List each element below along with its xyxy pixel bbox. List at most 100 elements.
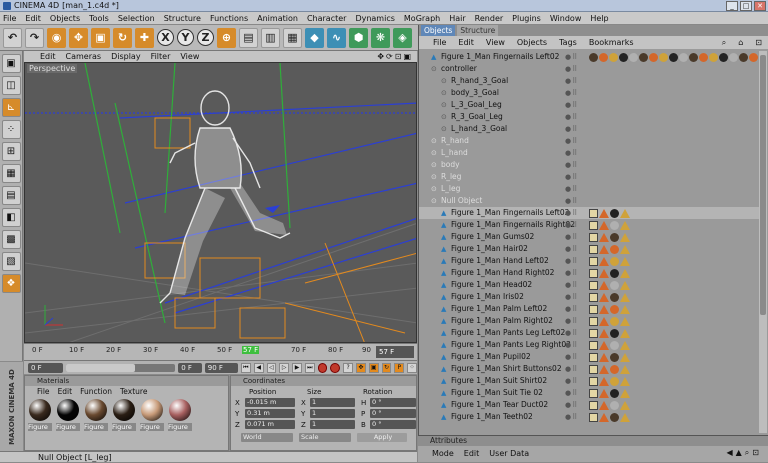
visibility-dots[interactable]: ●⠿ bbox=[565, 195, 578, 207]
material-swatch[interactable]: Figure bbox=[112, 399, 136, 433]
object-tags[interactable] bbox=[589, 377, 630, 386]
start-frame-field[interactable]: 0 F bbox=[28, 363, 63, 373]
visibility-dots[interactable]: ●⠿ bbox=[565, 267, 578, 279]
apply-button[interactable]: Apply bbox=[357, 433, 407, 442]
material-tag-icon[interactable] bbox=[629, 53, 638, 62]
menu-structure[interactable]: Structure bbox=[164, 14, 201, 23]
uvw-tag-icon[interactable] bbox=[589, 389, 598, 398]
phong-tag-icon[interactable] bbox=[599, 293, 609, 302]
home-icon[interactable]: ⌂ bbox=[738, 38, 743, 47]
end-frame-field[interactable]: 90 F bbox=[205, 363, 238, 373]
visibility-dots[interactable]: ●⠿ bbox=[565, 51, 578, 63]
spline-pen-icon[interactable]: ∿ bbox=[327, 28, 346, 48]
visibility-dots[interactable]: ●⠿ bbox=[565, 363, 578, 375]
phong-tag-icon[interactable] bbox=[599, 269, 609, 278]
object-row[interactable]: ⊙R_hand_3_Goal●⠿ bbox=[419, 75, 759, 87]
object-row[interactable]: ⊙L_leg●⠿ bbox=[419, 183, 759, 195]
material-tag-icon[interactable] bbox=[610, 269, 619, 278]
material-tag-icon[interactable] bbox=[610, 233, 619, 242]
uvw-tag-icon[interactable] bbox=[589, 353, 598, 362]
material-tag-icon[interactable] bbox=[610, 365, 619, 374]
position-y-field[interactable]: 0.31 m bbox=[245, 409, 295, 418]
visibility-dots[interactable]: ●⠿ bbox=[565, 339, 578, 351]
material-tag-icon[interactable] bbox=[610, 305, 619, 314]
material-tag-icon[interactable] bbox=[610, 293, 619, 302]
object-row[interactable]: ⊙body_3_Goal●⠿ bbox=[419, 87, 759, 99]
material-tag-icon[interactable] bbox=[699, 53, 708, 62]
use-object-mode-icon[interactable]: ◫ bbox=[2, 76, 21, 95]
polygons-mode-icon[interactable]: ▦ bbox=[2, 164, 21, 183]
uvw-tag-icon[interactable] bbox=[589, 245, 598, 254]
size-x-field[interactable]: 1 bbox=[310, 398, 355, 407]
phong-tag-icon[interactable] bbox=[599, 209, 609, 218]
object-tags[interactable] bbox=[589, 365, 630, 374]
viewport-menu-filter[interactable]: Filter bbox=[151, 52, 171, 61]
size-z-field[interactable]: 1 bbox=[310, 420, 355, 429]
maximize-button[interactable]: □ bbox=[740, 1, 752, 11]
use-model-mode-icon[interactable]: ▣ bbox=[2, 54, 21, 73]
uvw-tag-icon[interactable] bbox=[589, 413, 598, 422]
uvw-tag-icon[interactable] bbox=[589, 209, 598, 218]
ik-tag-icon[interactable] bbox=[620, 389, 630, 398]
object-row[interactable]: ▲Figure 1_Man Teeth02●⠿ bbox=[419, 411, 759, 423]
timeline-ruler[interactable]: 0 F 10 F 20 F 30 F 40 F 50 F 57 F 70 F 8… bbox=[24, 343, 417, 360]
size-mode-select[interactable]: Scale bbox=[299, 433, 351, 442]
visibility-dots[interactable]: ●⠿ bbox=[565, 243, 578, 255]
visibility-dots[interactable]: ●⠿ bbox=[565, 387, 578, 399]
uvw-tag-icon[interactable] bbox=[589, 329, 598, 338]
uvw-tag-icon[interactable] bbox=[589, 401, 598, 410]
object-row[interactable]: ▲Figure 1_Man Palm Right02●⠿ bbox=[419, 315, 759, 327]
object-row[interactable]: ▲Figure 1_Man Fingernails Left02●⠿ bbox=[419, 207, 759, 219]
deformer-icon[interactable]: ◈ bbox=[393, 28, 412, 48]
record-icon[interactable] bbox=[318, 363, 328, 373]
visibility-dots[interactable]: ●⠿ bbox=[565, 111, 578, 123]
object-row[interactable]: ▲Figure 1_Man Hair02●⠿ bbox=[419, 243, 759, 255]
material-tag-icon[interactable] bbox=[610, 257, 619, 266]
object-row[interactable]: ▲Figure 1_Man Hand Right02●⠿ bbox=[419, 267, 759, 279]
menu-tools[interactable]: Tools bbox=[89, 14, 109, 23]
object-row[interactable]: ▲Figure 1_Man Pants Leg Right02●⠿ bbox=[419, 339, 759, 351]
objects-menu-file[interactable]: File bbox=[433, 38, 446, 47]
size-y-field[interactable]: 1 bbox=[310, 409, 355, 418]
render-picture-viewer-icon[interactable]: ▥ bbox=[261, 28, 280, 48]
viewport-nav-icons[interactable]: ✥⟳⊡▣ bbox=[377, 52, 417, 61]
material-tag-icon[interactable] bbox=[610, 341, 619, 350]
rotation-h-field[interactable]: 0 ° bbox=[370, 398, 416, 407]
phong-tag-icon[interactable] bbox=[599, 317, 609, 326]
x-axis-lock-button[interactable]: X bbox=[157, 29, 174, 46]
materials-menu-function[interactable]: Function bbox=[80, 387, 112, 396]
object-tags[interactable] bbox=[589, 257, 630, 266]
object-tags[interactable] bbox=[589, 233, 630, 242]
object-row[interactable]: ⊙L_3_Goal_Leg●⠿ bbox=[419, 99, 759, 111]
material-tag-icon[interactable] bbox=[589, 53, 598, 62]
material-tag-icon[interactable] bbox=[719, 53, 728, 62]
material-tag-icon[interactable] bbox=[610, 317, 619, 326]
uvw-tag-icon[interactable] bbox=[589, 293, 598, 302]
visibility-dots[interactable]: ●⠿ bbox=[565, 159, 578, 171]
menu-objects[interactable]: Objects bbox=[50, 14, 80, 23]
rotation-key-icon[interactable]: ↻ bbox=[382, 363, 392, 373]
object-tags[interactable] bbox=[589, 293, 630, 302]
viewport-menu-display[interactable]: Display bbox=[111, 52, 141, 61]
material-tag-icon[interactable] bbox=[639, 53, 648, 62]
ik-tag-icon[interactable] bbox=[620, 269, 630, 278]
visibility-dots[interactable]: ●⠿ bbox=[565, 147, 578, 159]
object-row[interactable]: ⊙R_3_Goal_Leg●⠿ bbox=[419, 111, 759, 123]
ik-tag-icon[interactable] bbox=[620, 281, 630, 290]
go-to-end-icon[interactable]: ⏭ bbox=[305, 363, 315, 373]
object-tags[interactable] bbox=[589, 209, 630, 218]
cube-primitive-icon[interactable]: ◆ bbox=[305, 28, 324, 48]
object-row[interactable]: ⊙R_leg●⠿ bbox=[419, 171, 759, 183]
point-level-key-icon[interactable]: ⁘ bbox=[407, 363, 417, 373]
ik-tag-icon[interactable] bbox=[620, 257, 630, 266]
visibility-dots[interactable]: ●⠿ bbox=[565, 87, 578, 99]
visibility-dots[interactable]: ●⠿ bbox=[565, 135, 578, 147]
uvw-tag-icon[interactable] bbox=[589, 233, 598, 242]
material-tag-icon[interactable] bbox=[749, 53, 758, 62]
uvw-tag-icon[interactable] bbox=[589, 221, 598, 230]
material-tag-icon[interactable] bbox=[709, 53, 718, 62]
phong-tag-icon[interactable] bbox=[599, 305, 609, 314]
visibility-dots[interactable]: ●⠿ bbox=[565, 63, 578, 75]
menu-file[interactable]: File bbox=[3, 14, 16, 23]
material-tag-icon[interactable] bbox=[689, 53, 698, 62]
